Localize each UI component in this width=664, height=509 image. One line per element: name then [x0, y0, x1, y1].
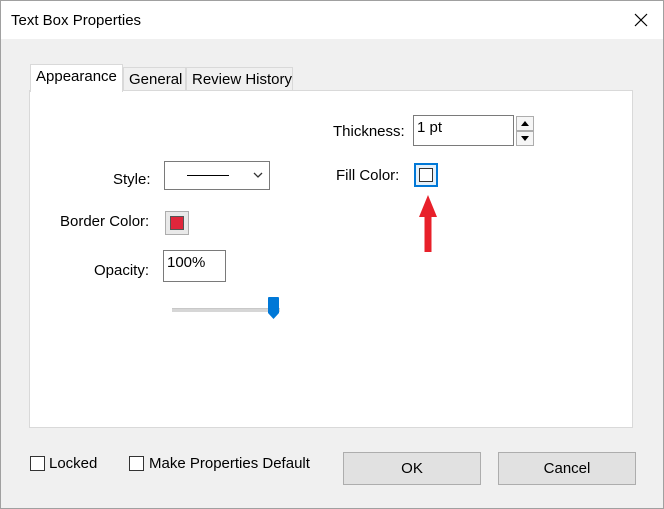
close-button[interactable]: [619, 1, 663, 39]
locked-label: Locked: [49, 455, 98, 472]
fill-color-swatch: [419, 168, 433, 182]
fill-color-label: Fill Color:: [336, 167, 400, 184]
cancel-button[interactable]: Cancel: [498, 452, 636, 485]
thickness-increase-button[interactable]: [516, 116, 534, 131]
thickness-label: Thickness:: [333, 123, 405, 140]
thickness-input[interactable]: 1 pt: [413, 115, 514, 146]
close-icon: [634, 13, 648, 27]
border-color-button[interactable]: [165, 211, 189, 235]
opacity-slider-track[interactable]: [172, 308, 280, 312]
opacity-label: Opacity:: [94, 262, 150, 279]
chevron-down-icon: [253, 172, 263, 178]
tab-appearance[interactable]: Appearance: [30, 64, 123, 92]
make-default-label: Make Properties Default: [149, 455, 310, 472]
tab-general-label: General: [129, 71, 183, 88]
ok-button[interactable]: OK: [343, 452, 481, 485]
tab-appearance-label: Appearance: [36, 68, 117, 85]
make-default-checkbox[interactable]: [129, 456, 144, 471]
arrow-down-icon: [521, 136, 529, 141]
fill-color-button[interactable]: [414, 163, 438, 187]
cancel-button-label: Cancel: [543, 460, 591, 477]
line-style-preview: [187, 175, 229, 176]
opacity-slider-thumb[interactable]: [268, 297, 279, 319]
thickness-value: 1 pt: [417, 119, 443, 136]
properties-dialog: Text Box Properties Appearance General R…: [0, 0, 664, 509]
opacity-value: 100%: [167, 254, 206, 271]
appearance-panel: Thickness: 1 pt Fill Color: Style: Borde…: [29, 90, 633, 428]
red-arrow-annotation-icon: [419, 195, 437, 252]
tab-general[interactable]: General: [123, 67, 186, 91]
window-title: Text Box Properties: [11, 12, 142, 29]
tab-review-history[interactable]: Review History: [186, 67, 293, 91]
style-label: Style:: [113, 171, 151, 188]
border-color-label: Border Color:: [60, 213, 150, 230]
border-color-swatch: [170, 216, 184, 230]
title-bar: Text Box Properties: [1, 1, 663, 39]
thickness-decrease-button[interactable]: [516, 131, 534, 146]
tab-review-history-label: Review History: [192, 71, 293, 88]
arrow-up-icon: [521, 121, 529, 126]
opacity-input[interactable]: 100%: [163, 250, 226, 282]
ok-button-label: OK: [401, 460, 423, 477]
style-dropdown[interactable]: [164, 161, 270, 190]
locked-checkbox[interactable]: [30, 456, 45, 471]
